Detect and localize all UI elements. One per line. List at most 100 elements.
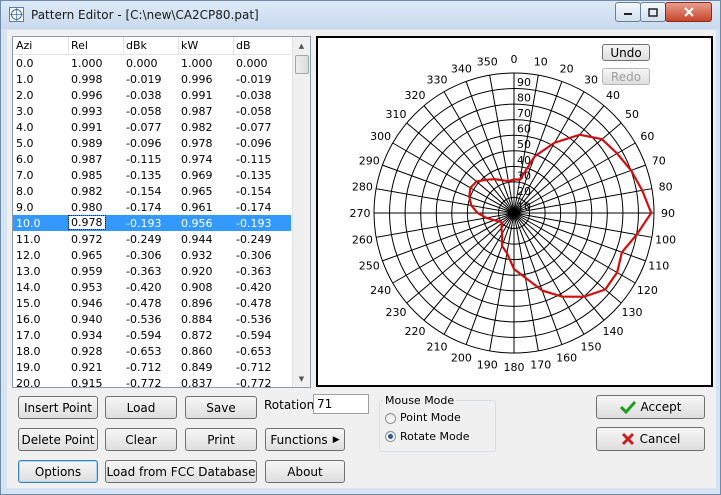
options-button[interactable]: Options [18,460,98,483]
point-mode-radio[interactable] [385,413,396,424]
load-fcc-button[interactable]: Load from FCC Database [105,460,257,483]
table-cell: 0.972 [71,233,103,246]
maximize-button[interactable] [640,2,666,22]
table-cell: -0.712 [126,361,162,374]
table-row[interactable]: 5.0 0.989 -0.096 0.978 -0.096 [13,135,291,151]
table-cell: 0.915 [71,377,103,387]
scroll-down-icon[interactable]: ▼ [293,370,310,387]
rotation-input[interactable]: 71 [313,394,369,414]
table-cell: -0.174 [126,201,162,214]
column-header-kw[interactable]: kW [181,39,198,52]
azimuth-tick-label: 120 [637,284,658,297]
accept-button[interactable]: Accept [596,395,705,419]
table-cell: 19.0 [16,361,41,374]
table-scrollbar[interactable]: ▲ ▼ [292,37,310,387]
radial-tick-label: 70 [517,107,531,120]
about-button[interactable]: About [265,460,345,483]
column-header-db[interactable]: dB [236,39,251,52]
azimuth-tick-label: 250 [359,260,380,273]
table-row[interactable]: 10.0 0.978 -0.193 0.956 -0.193 [13,215,291,231]
azimuth-tick-label: 200 [451,352,472,365]
maximize-icon [648,7,658,17]
table-cell: -0.420 [126,281,162,294]
clear-button[interactable]: Clear [105,428,177,451]
save-button[interactable]: Save [185,396,257,419]
close-icon [683,7,694,17]
title-bar[interactable]: Pattern Editor - [C:\new\CA2CP80.pat] [1,1,720,29]
table-cell: -0.249 [126,233,162,246]
table-cell: 0.932 [181,249,213,262]
column-header-azi[interactable]: Azi [16,39,32,52]
close-button[interactable] [665,2,712,22]
table-cell: -0.478 [236,297,272,310]
azimuth-tick-label: 60 [640,130,654,143]
table-cell: 1.0 [16,73,34,86]
table-row[interactable]: 17.0 0.934 -0.594 0.872 -0.594 [13,327,291,343]
table-row[interactable]: 0.0 1.000 0.000 1.000 0.000 [13,55,291,71]
column-header-rel[interactable]: Rel [71,39,88,52]
table-row[interactable]: 6.0 0.987 -0.115 0.974 -0.115 [13,151,291,167]
table-row[interactable]: 15.0 0.946 -0.478 0.896 -0.478 [13,295,291,311]
table-cell: 0.860 [181,345,213,358]
table-cell: -0.115 [126,153,162,166]
table-row[interactable]: 12.0 0.965 -0.306 0.932 -0.306 [13,247,291,263]
app-icon [9,7,24,22]
table-row[interactable]: 4.0 0.991 -0.077 0.982 -0.077 [13,119,291,135]
column-header-dbk[interactable]: dBk [126,39,147,52]
polar-chart[interactable]: 0 102030405060708090100110120130140150160… [318,38,711,385]
table-row[interactable]: 3.0 0.993 -0.058 0.987 -0.058 [13,103,291,119]
table-cell: 9.0 [16,201,34,214]
table-row[interactable]: 8.0 0.982 -0.154 0.965 -0.154 [13,183,291,199]
table-cell: -0.135 [126,169,162,182]
point-mode-label[interactable]: Point Mode [400,411,461,424]
insert-point-button[interactable]: Insert Point [18,396,98,419]
functions-label: Functions [270,432,328,447]
table-cell: 0.884 [181,313,213,326]
cancel-button[interactable]: Cancel [596,427,705,451]
table-row[interactable]: 1.0 0.998 -0.019 0.996 -0.019 [13,71,291,87]
rotate-mode-label[interactable]: Rotate Mode [400,430,469,443]
table-cell: 3.0 [16,105,34,118]
functions-button[interactable]: Functions ▶ [265,428,345,451]
table-row[interactable]: 9.0 0.980 -0.174 0.961 -0.174 [13,199,291,215]
table-row[interactable]: 7.0 0.985 -0.135 0.969 -0.135 [13,167,291,183]
scroll-up-icon[interactable]: ▲ [293,37,310,54]
x-icon [621,432,634,446]
pattern-editor-window: Pattern Editor - [C:\new\CA2CP80.pat] Az… [0,0,721,495]
load-button[interactable]: Load [105,396,177,419]
pattern-table[interactable]: Azi Rel dBk kW dB 0.0 1.000 0.000 1.000 0.00… [12,36,311,388]
polar-plot-panel[interactable]: 0 10 20 30 40 50 60 70 80 90 100 110 120 130 140 150 160… [316,36,713,387]
undo-button[interactable]: Undo [602,44,650,61]
table-cell: -0.478 [126,297,162,310]
table-row[interactable]: 13.0 0.959 -0.363 0.920 -0.363 [13,263,291,279]
table-cell: -0.154 [236,185,272,198]
table-row[interactable]: 19.0 0.921 -0.712 0.849 -0.712 [13,359,291,375]
table-cell: -0.193 [236,217,272,230]
table-cell: 0.928 [71,345,103,358]
table-row[interactable]: 2.0 0.996 -0.038 0.991 -0.038 [13,87,291,103]
table-cell: -0.653 [236,345,272,358]
table-cell: 0.996 [71,89,103,102]
azimuth-tick-label: 230 [386,306,407,319]
azimuth-tick-label: 190 [477,359,498,372]
table-row[interactable]: 20.0 0.915 -0.772 0.837 -0.772 [13,375,291,387]
rotate-mode-radio[interactable] [385,431,396,442]
table-cell: -0.077 [236,121,272,134]
scroll-thumb[interactable] [295,55,309,74]
azimuth-tick-label: 40 [606,89,620,102]
table-row[interactable]: 14.0 0.953 -0.420 0.908 -0.420 [13,279,291,295]
delete-point-button[interactable]: Delete Point [18,428,98,451]
azimuth-tick-label: 70 [652,154,666,167]
redo-button[interactable]: Redo [602,68,650,85]
table-cell: -0.306 [236,249,272,262]
table-cell: -0.038 [236,89,272,102]
print-button[interactable]: Print [185,428,257,451]
table-row[interactable]: 11.0 0.972 -0.249 0.944 -0.249 [13,231,291,247]
table-cell: 0.982 [181,121,213,134]
minimize-button[interactable] [615,2,641,22]
table-row[interactable]: 16.0 0.940 -0.536 0.884 -0.536 [13,311,291,327]
table-cell: -0.193 [126,217,162,230]
azimuth-tick-label: 80 [659,180,673,193]
table-cell: 0.978 [181,137,213,150]
table-row[interactable]: 18.0 0.928 -0.653 0.860 -0.653 [13,343,291,359]
